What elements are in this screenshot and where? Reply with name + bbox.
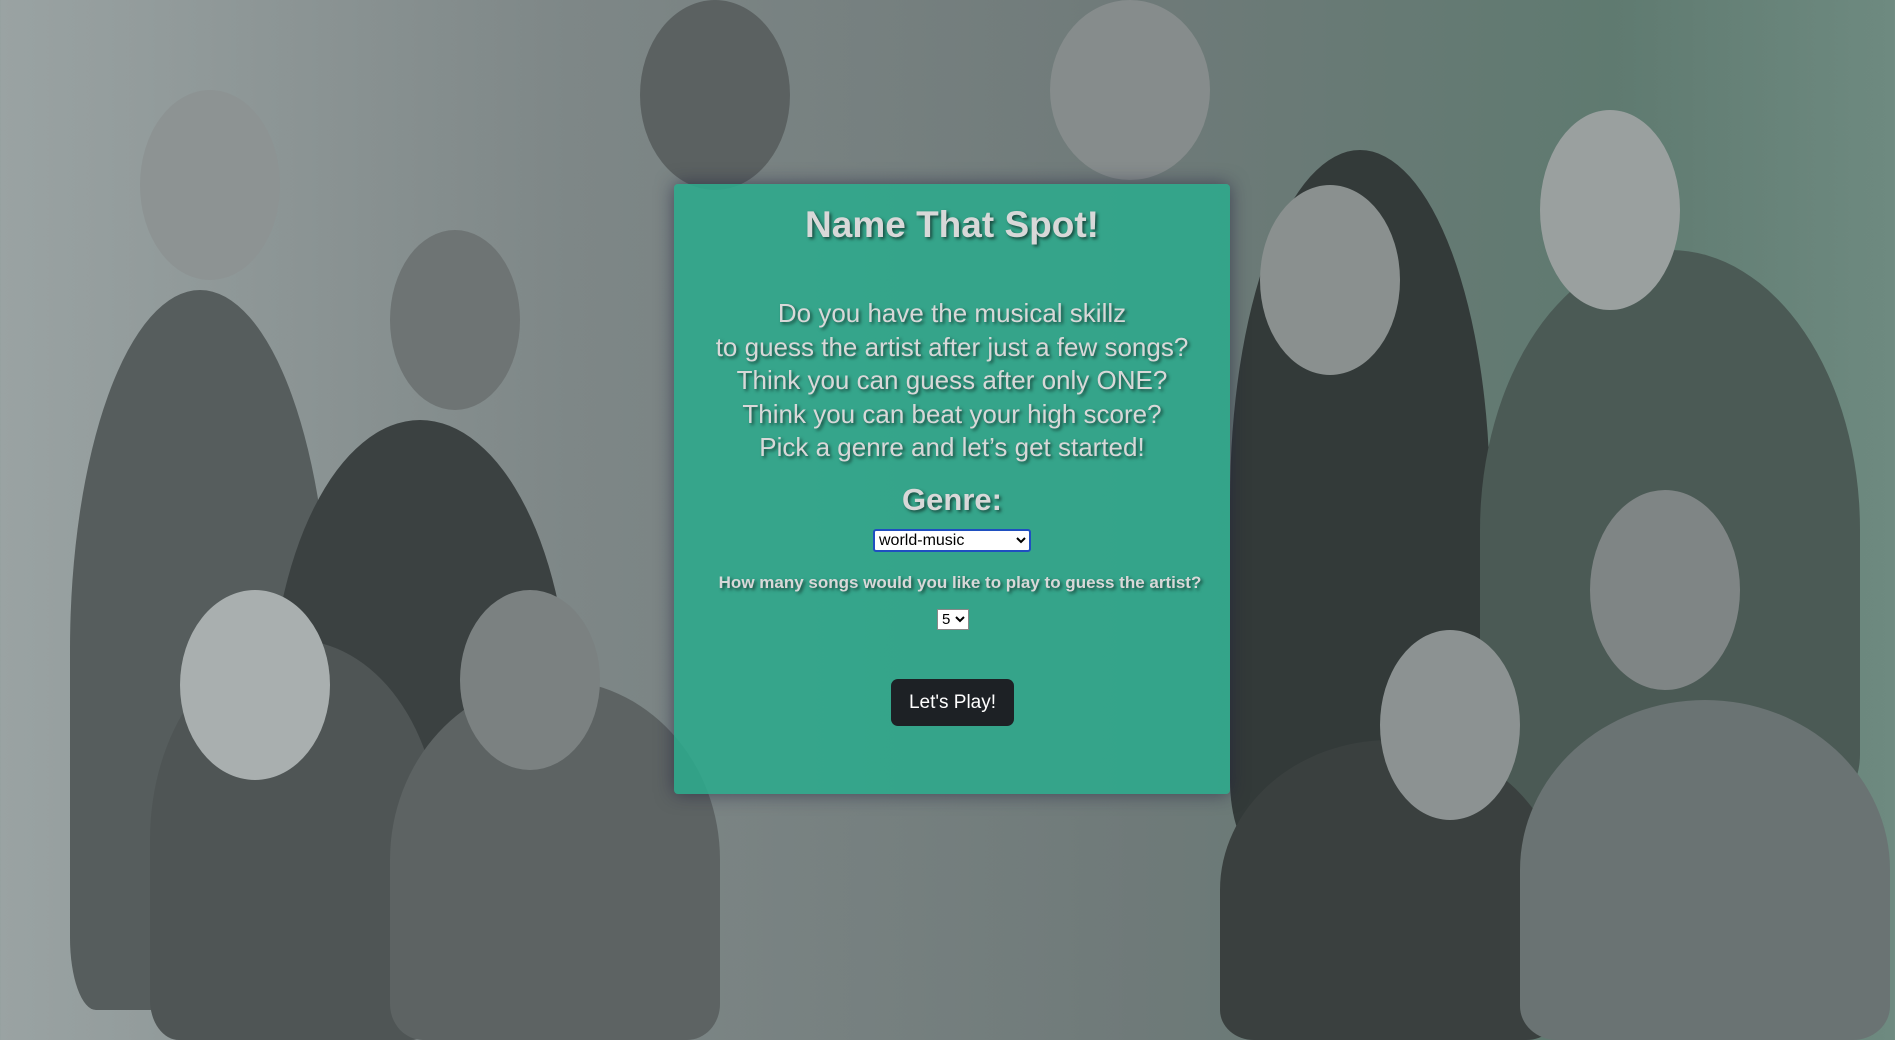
genre-label: Genre: bbox=[902, 482, 1002, 517]
intro-line: Pick a genre and let’s get started! bbox=[759, 432, 1145, 463]
intro-line: Do you have the musical skillz bbox=[777, 298, 1127, 328]
lets-play-button[interactable]: Let's Play! bbox=[891, 679, 1014, 726]
songs-count-question: How many songs would you like to play to… bbox=[718, 573, 1202, 592]
intro-line: Think you can guess after only ONE? bbox=[736, 365, 1168, 396]
intro-line: to guess the artist after just a few son… bbox=[715, 331, 1189, 362]
game-setup-panel: Name That Spot! Do you have the musical … bbox=[674, 184, 1230, 794]
intro-text: Do you have the musical skillz to guess … bbox=[674, 297, 1230, 465]
songs-count-select[interactable]: 5 bbox=[937, 609, 969, 630]
intro-line: Think you can beat your high score? bbox=[742, 398, 1162, 429]
genre-select[interactable]: world-music bbox=[873, 529, 1031, 552]
page-title: Name That Spot! bbox=[805, 204, 1099, 245]
